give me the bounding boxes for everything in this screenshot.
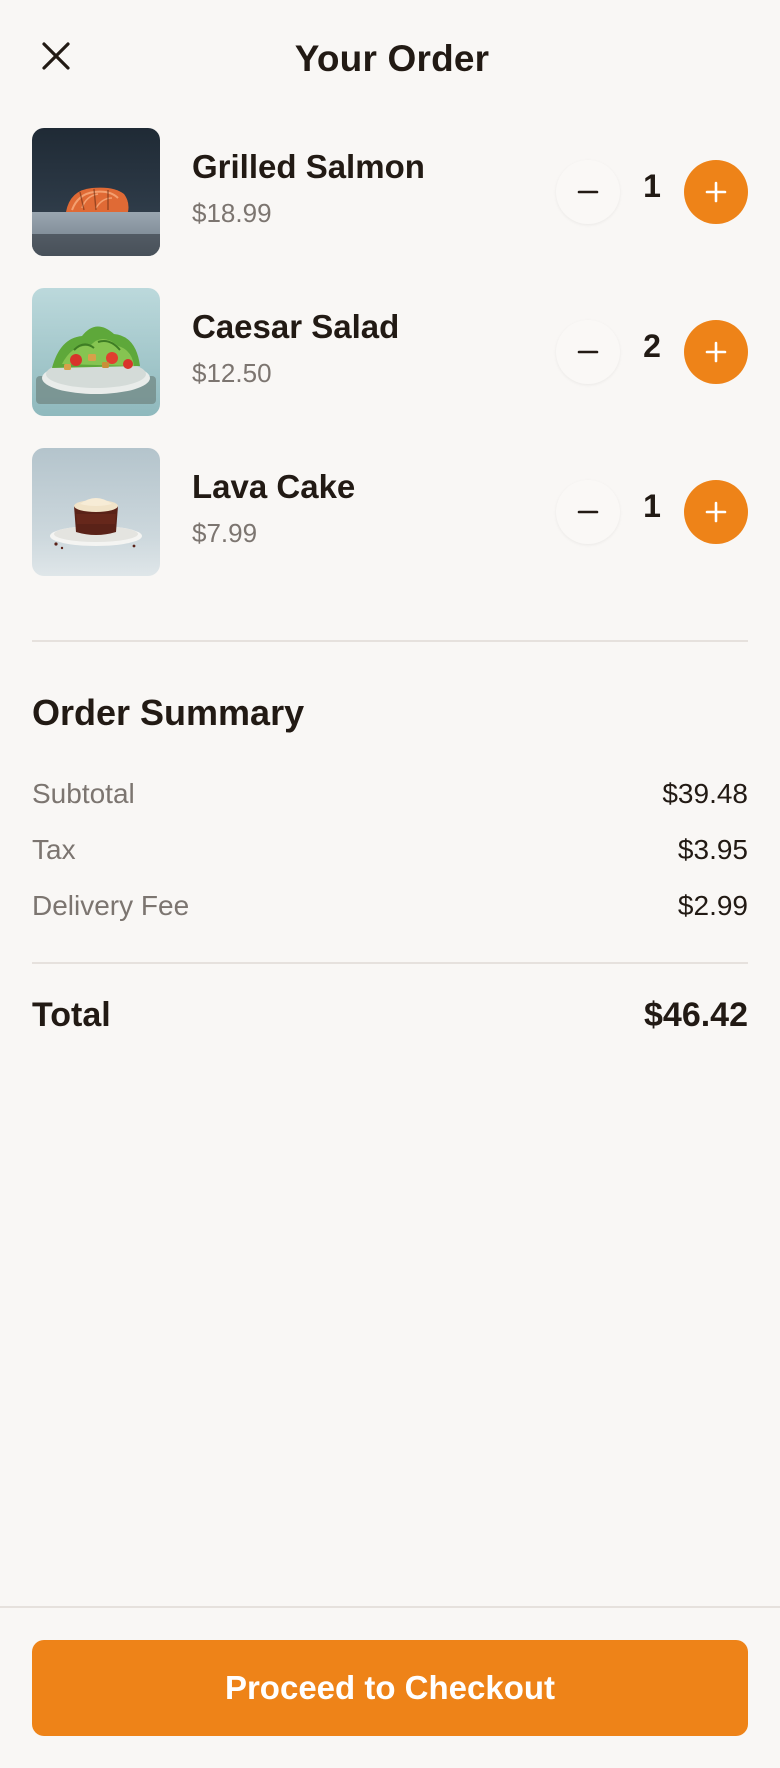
- item-name: Lava Cake: [192, 468, 356, 505]
- minus-icon: [577, 510, 599, 514]
- summary-label: Tax: [32, 834, 76, 865]
- order-item-lava-cake: Lava Cake $7.99 1: [32, 448, 748, 576]
- order-item-caesar-salad: Caesar Salad $12.50 2: [32, 288, 748, 416]
- footer: Proceed to Checkout: [0, 1606, 780, 1768]
- item-price: $12.50: [192, 358, 272, 388]
- summary-label: Delivery Fee: [32, 890, 190, 921]
- order-items-list: Grilled Salmon $18.99 1 Caesar Salad $12…: [32, 128, 748, 608]
- summary-row-subtotal: Subtotal $39.48: [32, 778, 748, 818]
- item-image-lava-cake[interactable]: [32, 448, 160, 576]
- decrease-quantity-button[interactable]: [556, 320, 620, 384]
- quantity-stepper: 1: [556, 160, 748, 224]
- summary-label: Subtotal: [32, 778, 135, 809]
- increase-quantity-button[interactable]: [684, 480, 748, 544]
- increase-quantity-button[interactable]: [684, 320, 748, 384]
- total-label: Total: [32, 996, 111, 1034]
- quantity-value: 1: [643, 488, 661, 524]
- summary-title: Order Summary: [32, 692, 305, 733]
- item-name: Grilled Salmon: [192, 148, 425, 185]
- summary-row-delivery-fee: Delivery Fee $2.99: [32, 890, 748, 930]
- plus-icon: [705, 181, 727, 203]
- item-image-caesar-salad[interactable]: [32, 288, 160, 416]
- plus-icon: [705, 341, 727, 363]
- item-price: $7.99: [192, 518, 258, 548]
- checkout-button[interactable]: Proceed to Checkout: [32, 1640, 748, 1736]
- decrease-quantity-button[interactable]: [556, 480, 620, 544]
- summary-value: $3.95: [677, 834, 748, 865]
- quantity-value: 2: [643, 328, 661, 364]
- quantity-stepper: 2: [556, 320, 748, 384]
- item-price: $18.99: [192, 198, 272, 228]
- summary-value: $39.48: [662, 778, 748, 809]
- minus-icon: [577, 350, 599, 354]
- salmon-image: [32, 128, 160, 256]
- cake-image: [32, 448, 160, 576]
- summary-row-tax: Tax $3.95: [32, 834, 748, 874]
- total-value: $46.42: [644, 996, 748, 1034]
- quantity-stepper: 1: [556, 480, 748, 544]
- total-divider: [32, 962, 748, 964]
- header: Your Order: [0, 0, 780, 120]
- total-row: Total $46.42: [32, 996, 748, 1040]
- item-name: Caesar Salad: [192, 308, 400, 345]
- order-page: Your Order Grilled Salmon $18.99 1 Caesa…: [0, 0, 780, 1768]
- plus-icon: [705, 501, 727, 523]
- items-divider: [32, 640, 748, 642]
- quantity-value: 1: [643, 168, 661, 204]
- salad-image: [32, 288, 160, 416]
- order-item-grilled-salmon: Grilled Salmon $18.99 1: [32, 128, 748, 256]
- decrease-quantity-button[interactable]: [556, 160, 620, 224]
- minus-icon: [577, 190, 599, 194]
- item-image-grilled-salmon[interactable]: [32, 128, 160, 256]
- page-title: Your Order: [294, 38, 490, 79]
- summary-value: $2.99: [677, 890, 748, 921]
- increase-quantity-button[interactable]: [684, 160, 748, 224]
